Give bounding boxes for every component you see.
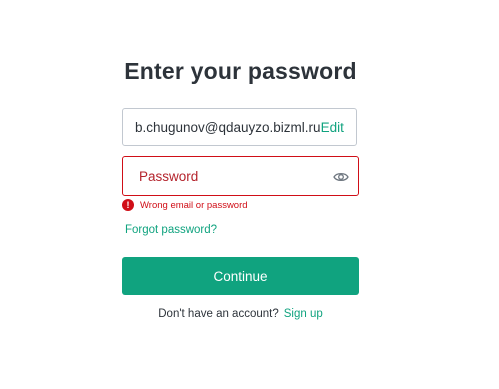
password-input[interactable] [139, 166, 328, 186]
page-title: Enter your password [124, 58, 357, 84]
edit-email-link[interactable]: Edit [321, 120, 344, 135]
eye-icon[interactable] [332, 168, 350, 186]
continue-button[interactable]: Continue [122, 257, 359, 295]
error-icon: ! [122, 199, 134, 211]
email-display: b.chugunov@qdauyzo.bizml.ru Edit [122, 108, 357, 146]
login-page: Enter your password b.chugunov@qdauyzo.b… [0, 0, 499, 389]
email-value: b.chugunov@qdauyzo.bizml.ru [135, 119, 321, 135]
signup-row: Don't have an account? Sign up [0, 308, 481, 320]
error-text: Wrong email or password [140, 199, 248, 211]
signup-prompt: Don't have an account? [158, 308, 279, 320]
forgot-password-link[interactable]: Forgot password? [125, 224, 217, 236]
password-field[interactable] [122, 156, 359, 196]
signup-link[interactable]: Sign up [284, 308, 323, 320]
error-message: ! Wrong email or password [122, 199, 248, 211]
